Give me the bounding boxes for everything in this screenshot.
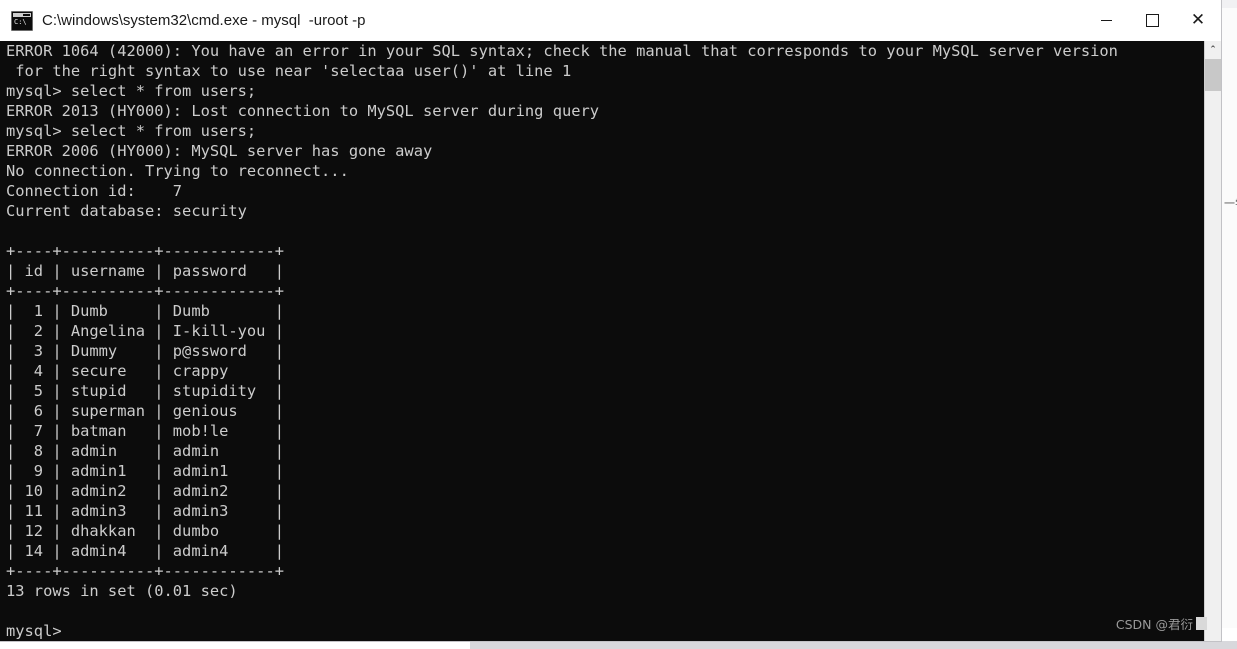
scrollbar-track[interactable] — [1205, 91, 1221, 641]
console-line: | 9 | admin1 | admin1 | — [6, 462, 284, 480]
console-scrollbar[interactable]: ⌃ — [1204, 41, 1221, 641]
console-line: +----+----------+------------+ — [6, 282, 284, 300]
console-line: mysql> select * from users; — [6, 122, 257, 140]
console-line: Current database: security — [6, 202, 247, 220]
console-line: | 5 | stupid | stupidity | — [6, 382, 284, 400]
console-line: | 4 | secure | crappy | — [6, 362, 284, 380]
minimize-button[interactable] — [1083, 0, 1129, 41]
title-bar[interactable]: C:\ C:\windows\system32\cmd.exe - mysql … — [0, 0, 1221, 41]
close-icon: ✕ — [1190, 10, 1206, 30]
console-line: mysql> select * from users; — [6, 82, 257, 100]
console-text: ERROR 1064 (42000): You have an error in… — [6, 41, 1118, 641]
background-window-right-panel: 一学乚。数 — [1221, 8, 1237, 628]
console-line: | id | username | password | — [6, 262, 284, 280]
background-bottom-strip — [470, 641, 1237, 649]
scroll-up-arrow-icon[interactable]: ⌃ — [1205, 41, 1221, 58]
cmd-window: C:\ C:\windows\system32\cmd.exe - mysql … — [0, 0, 1221, 641]
console-line: for the right syntax to use near 'select… — [6, 62, 572, 80]
console-line: | 7 | batman | mob!le | — [6, 422, 284, 440]
console-line: ERROR 2006 (HY000): MySQL server has gon… — [6, 142, 433, 160]
console-line: Connection id: 7 — [6, 182, 183, 200]
console-line: | 1 | Dumb | Dumb | — [6, 302, 284, 320]
scrollbar-thumb[interactable] — [1205, 59, 1221, 91]
console-line: mysql> — [6, 622, 62, 640]
console-line: ERROR 1064 (42000): You have an error in… — [6, 42, 1118, 60]
console-line: | 12 | dhakkan | dumbo | — [6, 522, 284, 540]
console-line: No connection. Trying to reconnect... — [6, 162, 349, 180]
console-line: | 14 | admin4 | admin4 | — [6, 542, 284, 560]
maximize-icon — [1145, 14, 1159, 27]
console-line: | 10 | admin2 | admin2 | — [6, 482, 284, 500]
console-line: 13 rows in set (0.01 sec) — [6, 582, 238, 600]
console-line: +----+----------+------------+ — [6, 242, 284, 260]
console-line: | 11 | admin3 | admin3 | — [6, 502, 284, 520]
console-line: ERROR 2013 (HY000): Lost connection to M… — [6, 102, 600, 120]
console-line: | 8 | admin | admin | — [6, 442, 284, 460]
background-side-text: 一学乚。数 — [1224, 197, 1237, 210]
console-line: | 2 | Angelina | I-kill-you | — [6, 322, 284, 340]
console-line: | 3 | Dummy | p@ssword | — [6, 342, 284, 360]
window-title: C:\windows\system32\cmd.exe - mysql -uro… — [42, 12, 366, 29]
window-controls: ✕ — [1083, 0, 1221, 41]
console-line: | 6 | superman | genious | — [6, 402, 284, 420]
minimize-icon — [1100, 20, 1112, 21]
maximize-button[interactable] — [1129, 0, 1175, 41]
cmd-icon-glyph: C:\ — [14, 17, 27, 26]
console-output-area[interactable]: ERROR 1064 (42000): You have an error in… — [0, 41, 1205, 641]
cmd-console-icon: C:\ — [11, 10, 33, 31]
close-button[interactable]: ✕ — [1175, 0, 1221, 41]
console-line: +----+----------+------------+ — [6, 562, 284, 580]
